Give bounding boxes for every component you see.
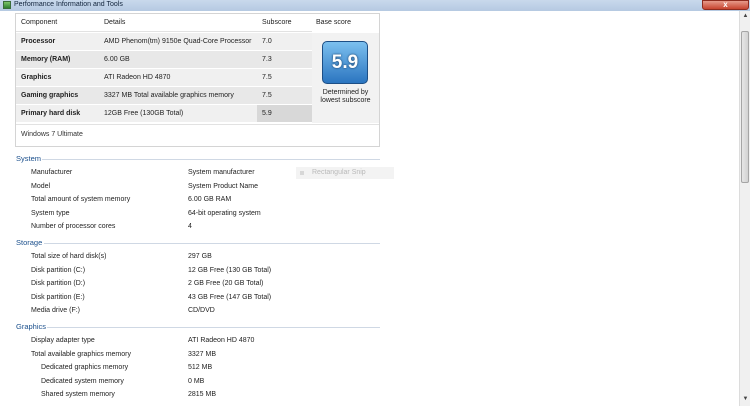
section-title-storage: Storage xyxy=(16,238,43,247)
row-details: 3327 MB Total available graphics memory xyxy=(104,92,234,99)
score-table: Component Details Subscore Base score Pr… xyxy=(15,13,380,147)
performance-app-icon xyxy=(3,1,11,9)
property-label: Shared system memory xyxy=(41,391,115,398)
property-value: ATI Radeon HD 4870 xyxy=(188,337,255,344)
header-subscore: Subscore xyxy=(262,19,292,26)
row-component: Processor xyxy=(21,38,56,45)
property-label: Total size of hard disk(s) xyxy=(31,253,107,260)
row-component: Primary hard disk xyxy=(21,110,81,117)
header-component: Component xyxy=(21,19,58,26)
row-subscore: 7.5 xyxy=(262,74,272,81)
property-label: Disk partition (D:) xyxy=(31,280,86,287)
property-label: Dedicated system memory xyxy=(41,378,124,385)
property-label: Disk partition (C:) xyxy=(31,267,86,274)
base-score-value: 5.9 xyxy=(331,52,359,73)
property-label: Model xyxy=(31,183,51,190)
vertical-scrollbar[interactable]: ▲ ▼ xyxy=(739,11,750,406)
property-value: CD/DVD xyxy=(188,307,215,314)
property-value: System manufacturer xyxy=(188,169,255,176)
property-label: System type xyxy=(31,210,70,217)
row-details: AMD Phenom(tm) 9150e Quad-Core Processor xyxy=(104,38,252,45)
property-value: 64-bit operating system xyxy=(188,210,261,217)
property-label: Disk partition (E:) xyxy=(31,294,85,301)
snip-tooltip-ghost: Rectangular Snip xyxy=(296,167,394,179)
property-value: 3327 MB xyxy=(188,351,217,358)
property-value: 2 GB Free (20 GB Total) xyxy=(188,280,264,287)
score-table-header: Component Details Subscore xyxy=(16,14,312,32)
snip-tooltip-text: Rectangular Snip xyxy=(312,169,366,176)
property-value: 43 GB Free (147 GB Total) xyxy=(188,294,272,301)
row-subscore: 7.5 xyxy=(262,92,272,99)
scroll-up-icon[interactable]: ▲ xyxy=(741,12,750,21)
base-score-caption-line1: Determined by xyxy=(322,89,369,96)
table-row: Primary hard disk 12GB Free (130GB Total… xyxy=(16,105,312,122)
property-value: 0 MB xyxy=(188,378,205,385)
table-row: Memory (RAM) 6.00 GB 7.3 xyxy=(16,51,312,68)
row-component: Memory (RAM) xyxy=(21,56,71,63)
divider xyxy=(44,243,380,244)
base-score-badge: 5.9 xyxy=(322,41,368,84)
property-label: Total available graphics memory xyxy=(31,351,131,358)
windows-edition: Windows 7 Ultimate xyxy=(21,131,83,138)
property-value: 4 xyxy=(188,223,192,230)
row-subscore: 7.3 xyxy=(262,56,272,63)
property-label: Display adapter type xyxy=(31,337,95,344)
section-title-graphics: Graphics xyxy=(16,322,47,331)
close-icon: x xyxy=(723,0,728,9)
table-row: Processor AMD Phenom(tm) 9150e Quad-Core… xyxy=(16,33,312,50)
performance-info-content[interactable]: Component Details Subscore Base score Pr… xyxy=(0,11,739,406)
row-subscore: 5.9 xyxy=(262,110,272,117)
property-value: 2815 MB xyxy=(188,391,217,398)
property-label: Dedicated graphics memory xyxy=(41,364,129,371)
section-title-system: System xyxy=(16,154,42,163)
header-details: Details xyxy=(104,19,126,26)
property-label: Manufacturer xyxy=(31,169,73,176)
base-score-panel: 5.9 Determined by lowest subscore xyxy=(312,33,379,123)
table-row: Graphics ATI Radeon HD 4870 7.5 xyxy=(16,69,312,86)
row-component: Graphics xyxy=(21,74,52,81)
property-value: System Product Name xyxy=(188,183,259,190)
row-component: Gaming graphics xyxy=(21,92,79,99)
property-value: 512 MB xyxy=(188,364,213,371)
base-score-caption-line2: lowest subscore xyxy=(320,97,371,104)
divider xyxy=(47,327,380,328)
divider xyxy=(16,124,379,125)
property-label: Total amount of system memory xyxy=(31,196,131,203)
table-row: Gaming graphics 3327 MB Total available … xyxy=(16,87,312,104)
row-details: 12GB Free (130GB Total) xyxy=(104,110,184,117)
property-label: Number of processor cores xyxy=(31,223,116,230)
window-title: Performance Information and Tools xyxy=(14,1,123,8)
scroll-down-icon[interactable]: ▼ xyxy=(741,395,750,404)
row-details: 6.00 GB xyxy=(104,56,130,63)
property-label: Media drive (F:) xyxy=(31,307,81,314)
property-value: 12 GB Free (130 GB Total) xyxy=(188,267,272,274)
property-value: 6.00 GB RAM xyxy=(188,196,232,203)
property-value: 297 GB xyxy=(188,253,212,260)
row-details: ATI Radeon HD 4870 xyxy=(104,74,171,81)
row-subscore: 7.0 xyxy=(262,38,272,45)
close-button[interactable]: x xyxy=(702,0,749,10)
header-base-score: Base score xyxy=(316,19,352,26)
base-score-caption: Determined by lowest subscore xyxy=(314,89,377,105)
divider xyxy=(42,159,380,160)
scrollbar-thumb[interactable] xyxy=(741,31,749,183)
